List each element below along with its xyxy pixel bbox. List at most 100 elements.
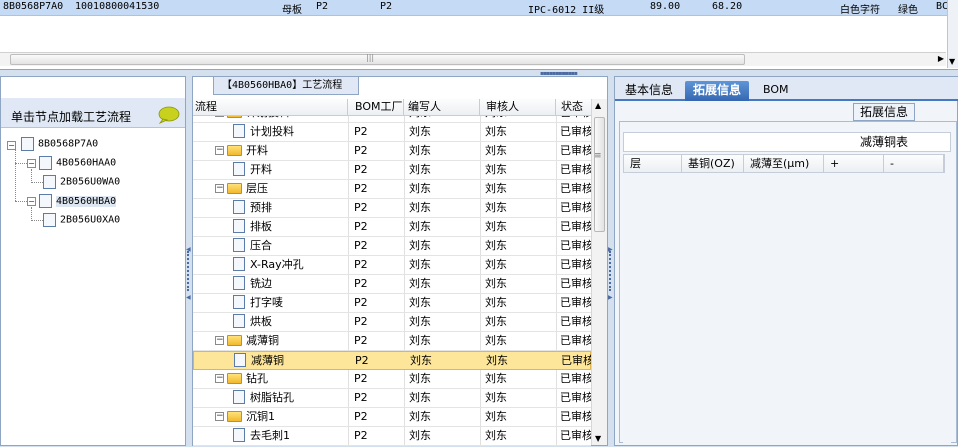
tree-collapse-icon[interactable]: − <box>7 141 16 150</box>
process-name-label: 计划投料 <box>246 116 290 119</box>
process-step-row[interactable]: 计划投料 P2 刘东 刘东 已审核 <box>193 123 591 142</box>
col-header-writer[interactable]: 编写人 <box>404 99 480 116</box>
factory-cell: P2 <box>354 391 368 404</box>
folder-icon <box>227 372 242 384</box>
tree-collapse-icon[interactable]: − <box>215 411 224 421</box>
process-flow-scrollbar[interactable]: ▲ ≡ ▼ <box>591 99 607 445</box>
writer-cell: 刘东 <box>409 296 431 309</box>
collapse-left-icon[interactable]: ◀ <box>186 294 191 301</box>
document-icon <box>233 124 245 138</box>
reviewer-cell: 刘东 <box>485 296 507 309</box>
reviewer-cell: 刘东 <box>485 410 507 423</box>
tree-node-leaf[interactable]: 2B056U0WA0 <box>43 175 120 192</box>
factory-cell: P2 <box>354 315 368 328</box>
process-step-row[interactable]: 树脂钻孔 P2 刘东 刘东 已审核 <box>193 389 591 408</box>
process-name-cell: 烘板 <box>233 313 346 332</box>
top-scroll-thumb[interactable] <box>10 54 745 65</box>
collapse-right-icon[interactable]: ▶ <box>608 294 613 301</box>
process-step-row[interactable]: 压合 P2 刘东 刘东 已审核 <box>193 237 591 256</box>
add-row-button[interactable]: + <box>824 155 884 172</box>
process-group-row[interactable]: − 层压 P2 刘东 刘东 已审核 <box>193 180 591 199</box>
process-flow-caption: 【4B0560HBA0】工艺流程 <box>213 77 359 95</box>
writer-cell: 刘东 <box>409 410 431 423</box>
groupbox-title: 拓展信息 <box>853 103 916 121</box>
status-cell: 已审核 <box>560 125 591 138</box>
tree-collapse-icon[interactable]: − <box>27 159 36 168</box>
col-header-thin-to[interactable]: 减薄至(μm) <box>744 155 824 172</box>
tab-extended-info[interactable]: 拓展信息 <box>685 81 750 101</box>
process-name-label: 开料 <box>246 144 268 157</box>
tree-node-root[interactable]: 8B0568P7A0 <box>21 137 98 154</box>
col-header-reviewer[interactable]: 审核人 <box>480 99 556 116</box>
status-cell: 已审核 <box>560 391 591 404</box>
top-vertical-scrollbar[interactable]: ▼ <box>947 0 958 68</box>
tree-node-leaf[interactable]: 2B056U0XA0 <box>43 213 120 230</box>
col-header-layer[interactable]: 层 <box>624 155 682 172</box>
col-header-base-copper[interactable]: 基铜(OZ) <box>682 155 744 172</box>
tab-basic-info[interactable]: 基本信息 <box>617 81 681 101</box>
process-name-cell: 开料 <box>233 161 346 180</box>
factory-cell: P2 <box>354 258 368 271</box>
document-icon <box>43 175 56 189</box>
scroll-up-icon[interactable]: ▲ <box>595 101 601 110</box>
process-step-row[interactable]: 烘板 P2 刘东 刘东 已审核 <box>193 313 591 332</box>
top-horizontal-scrollbar[interactable]: ||| ▶ <box>0 52 946 66</box>
col-header-process[interactable]: 流程 <box>193 99 348 116</box>
process-step-row[interactable]: 预排 P2 刘东 刘东 已审核 <box>193 199 591 218</box>
process-group-row[interactable]: − 沉铜1 P2 刘东 刘东 已审核 <box>193 408 591 427</box>
tree-collapse-icon[interactable]: − <box>215 116 224 117</box>
process-group-row[interactable]: − 减薄铜 P2 刘东 刘东 已审核 <box>193 332 591 351</box>
detail-tabs: 基本信息 拓展信息 BOM <box>615 77 958 101</box>
tab-bom[interactable]: BOM <box>755 81 797 101</box>
process-name-cell: − 计划投料 <box>215 116 345 123</box>
process-name-cell: − 开料 <box>215 142 345 161</box>
remove-row-button[interactable]: - <box>884 155 944 172</box>
process-name-cell: 去毛刺1 <box>233 427 346 446</box>
top-cell-value2: 68.20 <box>712 1 743 12</box>
process-name-cell: − 沉铜1 <box>215 408 345 427</box>
process-name-label: 打字唛 <box>250 296 283 309</box>
tree-node-child-selected[interactable]: 4B0560HBA0 <box>39 194 117 211</box>
col-header-factory[interactable]: BOM工厂 <box>348 99 404 116</box>
tree-collapse-icon[interactable]: − <box>27 197 36 206</box>
scroll-down-icon[interactable]: ▼ <box>949 57 955 66</box>
process-name-label: 去毛刺1 <box>250 429 290 442</box>
process-step-row[interactable]: 排板 P2 刘东 刘东 已审核 <box>193 218 591 237</box>
tree-collapse-icon[interactable]: − <box>215 335 224 345</box>
process-group-row[interactable]: − 开料 P2 刘东 刘东 已审核 <box>193 142 591 161</box>
process-step-row[interactable]: 去毛刺1 P2 刘东 刘东 已审核 <box>193 427 591 446</box>
scroll-down-icon[interactable]: ▼ <box>595 434 601 443</box>
process-flow-rows: −计划投料P2刘东刘东已审核计划投料P2刘东刘东已审核−开料P2刘东刘东已审核开… <box>193 116 591 446</box>
process-group-row[interactable]: −计划投料P2刘东刘东已审核 <box>193 116 591 123</box>
process-name-label: 预排 <box>250 201 272 214</box>
status-cell: 已审核 <box>560 277 591 290</box>
col-header-status[interactable]: 状态 <box>556 99 593 116</box>
left-panel-title: 单击节点加载工艺流程 <box>11 110 132 124</box>
process-step-row[interactable]: 减薄铜 P2 刘东 刘东 已审核 <box>193 351 591 370</box>
process-name-label: 开料 <box>250 163 272 176</box>
top-cell-number: 10010800041530 <box>75 1 160 12</box>
process-scroll-thumb[interactable] <box>594 117 605 232</box>
process-group-row[interactable]: − 钻孔 P2 刘东 刘东 已审核 <box>193 370 591 389</box>
tree-collapse-icon[interactable]: − <box>215 183 224 193</box>
factory-cell: P2 <box>354 201 368 214</box>
writer-cell: 刘东 <box>409 163 431 176</box>
scroll-right-icon[interactable]: ▶ <box>938 54 944 63</box>
process-step-row[interactable]: 铣边 P2 刘东 刘东 已审核 <box>193 275 591 294</box>
factory-cell: P2 <box>354 220 368 233</box>
tree-node-child[interactable]: 4B0560HAA0 <box>39 156 116 173</box>
top-grid-row[interactable]: 8B0568P7A0 10010800041530 母板 P2 P2 IPC-6… <box>0 0 950 16</box>
folder-icon <box>227 182 242 194</box>
tree-collapse-icon[interactable]: − <box>215 145 224 155</box>
status-cell: 已审核 <box>561 354 591 367</box>
process-step-row[interactable]: 开料 P2 刘东 刘东 已审核 <box>193 161 591 180</box>
process-name-cell: − 减薄铜 <box>215 332 345 351</box>
tree-collapse-icon[interactable]: − <box>215 373 224 383</box>
top-cell-code: 8B0568P7A0 <box>3 1 64 12</box>
folder-icon <box>227 144 242 156</box>
process-step-row[interactable]: 打字唛 P2 刘东 刘东 已审核 <box>193 294 591 313</box>
status-cell: 已审核 <box>560 220 591 233</box>
folder-icon <box>227 334 242 346</box>
process-step-row[interactable]: X-Ray冲孔 P2 刘东 刘东 已审核 <box>193 256 591 275</box>
table-header: 层 基铜(OZ) 减薄至(μm) + - <box>623 154 945 173</box>
